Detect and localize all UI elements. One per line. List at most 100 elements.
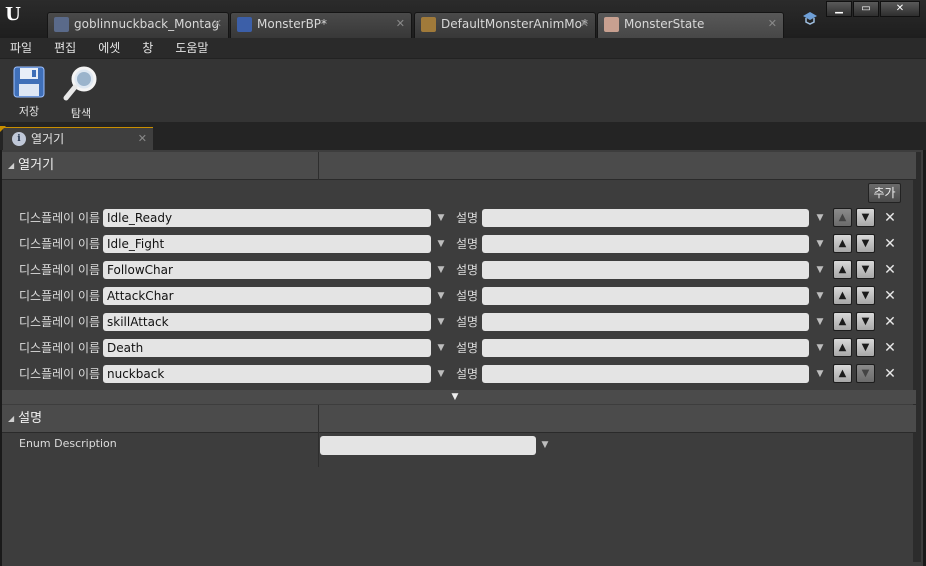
expander-bar[interactable]: ▼ [2, 390, 916, 404]
tab-label: DefaultMonsterAnimMo* [441, 17, 588, 31]
move-up-button[interactable]: ▲ [833, 208, 852, 227]
move-up-button[interactable]: ▲ [833, 338, 852, 357]
close-icon[interactable]: ✕ [768, 13, 777, 35]
menu-bar: 파일 편집 에셋 창 도움말 [0, 38, 926, 58]
feedback-icon[interactable] [801, 10, 819, 26]
display-name-label: 디스플레이 이름 [19, 211, 101, 225]
chevron-down-icon[interactable]: ▼ [434, 288, 448, 304]
move-up-button[interactable]: ▲ [833, 286, 852, 305]
close-icon[interactable]: ✕ [580, 13, 589, 35]
maximize-button[interactable]: ▭ [853, 1, 879, 17]
chevron-down-icon[interactable]: ▼ [434, 210, 448, 226]
enumerator-row: 디스플레이 이름 nuckback ▼ 설명 ▼ ▲ ▼ ✕ [2, 363, 916, 385]
add-enumerator-button[interactable]: 추가 [868, 183, 901, 203]
column-divider[interactable] [318, 433, 319, 467]
minimize-button[interactable]: ▁ [826, 1, 852, 17]
chevron-down-icon[interactable]: ▼ [813, 288, 827, 304]
category-title: 설명 [8, 405, 42, 433]
close-icon[interactable]: ✕ [213, 13, 222, 35]
chevron-down-icon[interactable]: ▼ [434, 262, 448, 278]
description-input[interactable] [482, 339, 809, 357]
tab-enumerators[interactable]: i 열거기 ✕ [3, 127, 153, 150]
move-down-button[interactable]: ▼ [856, 208, 875, 227]
chevron-down-icon[interactable]: ▼ [813, 236, 827, 252]
close-icon[interactable]: ✕ [396, 13, 405, 35]
menu-window[interactable]: 창 [142, 38, 153, 58]
column-divider[interactable] [318, 152, 319, 180]
delete-icon[interactable]: ✕ [882, 259, 898, 281]
move-down-button[interactable]: ▼ [856, 364, 875, 383]
animation-blueprint-icon [421, 17, 436, 32]
display-name-input[interactable]: FollowChar [103, 261, 431, 279]
tab-default-monster-anim[interactable]: DefaultMonsterAnimMo* ✕ [414, 12, 596, 38]
display-name-input[interactable]: AttackChar [103, 287, 431, 305]
chevron-down-icon[interactable]: ▼ [434, 366, 448, 382]
display-name-label: 디스플레이 이름 [19, 263, 101, 277]
category-description[interactable]: 설명 [2, 405, 916, 433]
chevron-down-icon[interactable]: ▼ [813, 366, 827, 382]
move-up-button[interactable]: ▲ [833, 312, 852, 331]
display-name-input[interactable]: Idle_Fight [103, 235, 431, 253]
close-window-button[interactable]: ✕ [880, 1, 920, 17]
menu-asset[interactable]: 에셋 [98, 38, 120, 58]
display-name-input[interactable]: Idle_Ready [103, 209, 431, 227]
chevron-down-icon[interactable]: ▼ [813, 340, 827, 356]
chevron-down-icon[interactable]: ▼ [813, 262, 827, 278]
delete-icon[interactable]: ✕ [882, 363, 898, 385]
unreal-logo-icon[interactable]: U [2, 4, 24, 26]
expand-arrow-icon[interactable]: ▼ [448, 390, 462, 404]
move-down-button[interactable]: ▼ [856, 312, 875, 331]
delete-icon[interactable]: ✕ [882, 311, 898, 333]
category-enumerators[interactable]: 열거기 [2, 152, 916, 180]
description-input[interactable] [482, 313, 809, 331]
enum-description-input[interactable] [320, 436, 536, 455]
display-name-input[interactable]: nuckback [103, 365, 431, 383]
browse-button[interactable]: 탐색 [58, 63, 104, 121]
menu-help[interactable]: 도움말 [175, 38, 208, 58]
move-up-button[interactable]: ▲ [833, 260, 852, 279]
delete-icon[interactable]: ✕ [882, 285, 898, 307]
tab-label: MonsterBP* [257, 17, 328, 31]
description-input[interactable] [482, 261, 809, 279]
chevron-down-icon[interactable]: ▼ [538, 437, 552, 453]
move-down-button[interactable]: ▼ [856, 286, 875, 305]
display-name-input[interactable]: Death [103, 339, 431, 357]
description-label: 설명 [456, 211, 479, 225]
chevron-down-icon[interactable]: ▼ [813, 314, 827, 330]
column-divider[interactable] [318, 405, 319, 433]
tab-goblin-montage[interactable]: goblinnuckback_Montag ✕ [47, 12, 229, 38]
description-input[interactable] [482, 287, 809, 305]
delete-icon[interactable]: ✕ [882, 233, 898, 255]
display-name-label: 디스플레이 이름 [19, 315, 101, 329]
enum-icon [604, 17, 619, 32]
delete-icon[interactable]: ✕ [882, 337, 898, 359]
description-label: 설명 [456, 263, 479, 277]
description-input[interactable] [482, 365, 809, 383]
move-down-button[interactable]: ▼ [856, 234, 875, 253]
menu-file[interactable]: 파일 [10, 38, 32, 58]
title-bar: U goblinnuckback_Montag ✕ MonsterBP* ✕ D… [0, 0, 926, 38]
blueprint-icon [237, 17, 252, 32]
description-input[interactable] [482, 209, 809, 227]
chevron-down-icon[interactable]: ▼ [813, 210, 827, 226]
window-controls: ▁ ▭ ✕ [826, 1, 920, 18]
description-input[interactable] [482, 235, 809, 253]
display-name-input[interactable]: skillAttack [103, 313, 431, 331]
move-down-button[interactable]: ▼ [856, 260, 875, 279]
chevron-down-icon[interactable]: ▼ [434, 340, 448, 356]
save-button[interactable]: 저장 [6, 63, 52, 121]
move-up-button[interactable]: ▲ [833, 364, 852, 383]
chevron-down-icon[interactable]: ▼ [434, 236, 448, 252]
menu-edit[interactable]: 편집 [54, 38, 76, 58]
description-label: 설명 [456, 367, 479, 381]
move-up-button[interactable]: ▲ [833, 234, 852, 253]
move-down-button[interactable]: ▼ [856, 338, 875, 357]
chevron-down-icon[interactable]: ▼ [434, 314, 448, 330]
tab-monster-state[interactable]: MonsterState ✕ [597, 12, 784, 38]
tab-monster-bp[interactable]: MonsterBP* ✕ [230, 12, 412, 38]
enumerator-row: 디스플레이 이름 AttackChar ▼ 설명 ▼ ▲ ▼ ✕ [2, 285, 916, 307]
display-name-label: 디스플레이 이름 [19, 367, 101, 381]
delete-icon[interactable]: ✕ [882, 207, 898, 229]
close-icon[interactable]: ✕ [138, 128, 147, 150]
display-name-label: 디스플레이 이름 [19, 289, 101, 303]
